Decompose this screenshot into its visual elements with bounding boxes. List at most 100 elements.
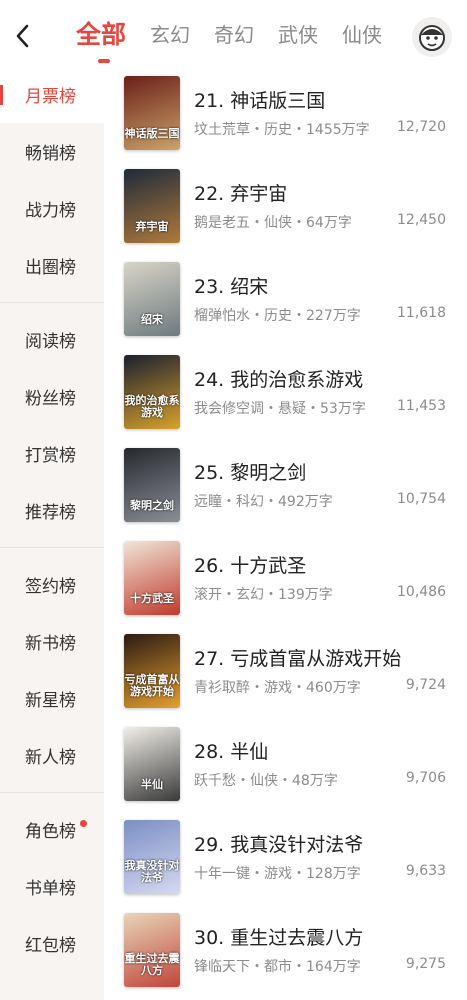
book-cover: 十方武圣: [124, 541, 180, 615]
cover-title: 重生过去震八方: [124, 952, 180, 977]
book-title: 21. 神话版三国: [194, 90, 326, 112]
book-title: 26. 十方武圣: [194, 555, 307, 577]
book-cover: 亏成首富从游戏开始: [124, 634, 180, 708]
ticket-count: 12,450: [397, 212, 446, 228]
sidebar-item-label: 签约榜: [25, 577, 76, 597]
sidebar-item-label: 月票榜: [25, 87, 76, 107]
user-avatar[interactable]: [412, 17, 452, 57]
sidebar-item-newcomer[interactable]: 新人榜: [0, 727, 104, 784]
book-row[interactable]: 十方武圣 26. 十方武圣 滚开・玄幻・139万字 10,486: [104, 531, 467, 624]
book-row[interactable]: 弃宇宙 22. 弃宇宙 鹅是老五・仙侠・64万字 12,450: [104, 159, 467, 252]
ranking-sidebar: 月票榜 畅销榜 战力榜 出圈榜 阅读榜 粉丝榜 打赏榜 推荐榜 签约榜 新书榜 …: [0, 66, 104, 1000]
ticket-count: 9,275: [405, 956, 446, 972]
sidebar-item-bestseller[interactable]: 畅销榜: [0, 123, 104, 180]
sidebar-item-label: 推荐榜: [25, 503, 76, 523]
ticket-count: 9,633: [405, 863, 446, 879]
tab-wuxia[interactable]: 武侠: [278, 18, 318, 52]
sidebar-item-character[interactable]: 角色榜: [0, 801, 104, 858]
sidebar-divider: [0, 547, 104, 548]
book-title: 25. 黎明之剑: [194, 462, 307, 484]
ticket-count: 10,754: [397, 491, 446, 507]
book-meta: 鹅是老五・仙侠・64万字: [194, 215, 352, 231]
cover-title: 弃宇宙: [135, 220, 169, 233]
sidebar-item-red-packet[interactable]: 红包榜: [0, 915, 104, 972]
book-row[interactable]: 神话版三国 21. 神话版三国 坟土荒草・历史・1455万字 12,720: [104, 66, 467, 159]
tab-xuanhuan[interactable]: 玄幻: [150, 18, 190, 52]
sidebar-item-power[interactable]: 战力榜: [0, 180, 104, 237]
chevron-left-icon: [16, 24, 29, 48]
book-meta: 滚开・玄幻・139万字: [194, 587, 333, 603]
monkey-face-icon: [419, 25, 445, 51]
book-meta: 榴弹怕水・历史・227万字: [194, 308, 361, 324]
sidebar-item-label: 新人榜: [25, 748, 76, 768]
cover-title: 十方武圣: [130, 592, 174, 605]
book-row[interactable]: 亏成首富从游戏开始 27. 亏成首富从游戏开始 青衫取醉・游戏・460万字 9,…: [104, 624, 467, 717]
book-row[interactable]: 黎明之剑 25. 黎明之剑 远瞳・科幻・492万字 10,754: [104, 438, 467, 531]
book-meta: 跃千愁・仙侠・48万字: [194, 773, 338, 789]
book-meta: 我会修空调・悬疑・53万字: [194, 401, 366, 417]
book-meta: 十年一键・游戏・128万字: [194, 866, 361, 882]
sidebar-item-label: 新书榜: [25, 634, 76, 654]
sidebar-item-label: 书单榜: [25, 879, 76, 899]
book-title: 23. 绍宋: [194, 276, 269, 298]
book-row[interactable]: 我的治愈系游戏 24. 我的治愈系游戏 我会修空调・悬疑・53万字 11,453: [104, 345, 467, 438]
sidebar-item-label: 出圈榜: [25, 258, 76, 278]
ticket-count: 11,618: [397, 305, 446, 321]
book-title: 28. 半仙: [194, 741, 269, 763]
cover-title: 半仙: [141, 778, 163, 791]
sidebar-item-reading[interactable]: 阅读榜: [0, 311, 104, 368]
sidebar-item-new-book[interactable]: 新书榜: [0, 613, 104, 670]
tab-xianxia[interactable]: 仙侠: [342, 18, 382, 52]
sidebar-item-booklist[interactable]: 书单榜: [0, 858, 104, 915]
sidebar-item-label: 粉丝榜: [25, 389, 76, 409]
tab-all[interactable]: 全部: [76, 18, 126, 63]
book-cover: 半仙: [124, 727, 180, 801]
sidebar-item-recommend[interactable]: 推荐榜: [0, 482, 104, 539]
book-row[interactable]: 我真没针对法爷 29. 我真没针对法爷 十年一键・游戏・128万字 9,633: [104, 810, 467, 903]
sidebar-item-fans[interactable]: 粉丝榜: [0, 368, 104, 425]
ticket-count: 9,724: [405, 677, 446, 693]
sidebar-item-label: 角色榜: [25, 822, 76, 842]
book-title: 27. 亏成首富从游戏开始: [194, 648, 402, 670]
book-title: 29. 我真没针对法爷: [194, 834, 364, 856]
sidebar-item-label: 战力榜: [25, 201, 76, 221]
book-meta: 远瞳・科幻・492万字: [194, 494, 333, 510]
book-meta: 坟土荒草・历史・1455万字: [194, 122, 370, 138]
sidebar-item-new-star[interactable]: 新星榜: [0, 670, 104, 727]
cover-title: 亏成首富从游戏开始: [124, 673, 180, 698]
book-cover: 黎明之剑: [124, 448, 180, 522]
book-meta: 青衫取醉・游戏・460万字: [194, 680, 361, 696]
sidebar-item-label: 新星榜: [25, 691, 76, 711]
sidebar-item-label: 打赏榜: [25, 446, 76, 466]
top-bar: 全部 玄幻 奇幻 武侠 仙侠: [0, 0, 467, 66]
sidebar-item-monthly-ticket[interactable]: 月票榜: [0, 66, 104, 123]
cover-title: 我的治愈系游戏: [124, 394, 180, 419]
sidebar-divider: [0, 302, 104, 303]
back-button[interactable]: [10, 22, 34, 50]
book-ranking-list: 神话版三国 21. 神话版三国 坟土荒草・历史・1455万字 12,720 弃宇…: [104, 66, 467, 1000]
book-cover: 重生过去震八方: [124, 913, 180, 987]
cover-title: 神话版三国: [124, 127, 180, 140]
sidebar-item-signed[interactable]: 签约榜: [0, 556, 104, 613]
sidebar-item-tips[interactable]: 打赏榜: [0, 425, 104, 482]
book-meta: 锋临天下・都市・164万字: [194, 959, 361, 975]
tab-qihuan[interactable]: 奇幻: [214, 18, 254, 52]
book-cover: 绍宋: [124, 262, 180, 336]
book-title: 30. 重生过去震八方: [194, 927, 364, 949]
cover-title: 我真没针对法爷: [124, 859, 180, 884]
sidebar-item-label: 畅销榜: [25, 144, 76, 164]
sidebar-item-breakout[interactable]: 出圈榜: [0, 237, 104, 294]
ticket-count: 11,453: [397, 398, 446, 414]
ticket-count: 10,486: [397, 584, 446, 600]
sidebar-divider: [0, 792, 104, 793]
ticket-count: 12,720: [397, 119, 446, 135]
book-title: 24. 我的治愈系游戏: [194, 369, 364, 391]
book-row[interactable]: 重生过去震八方 30. 重生过去震八方 锋临天下・都市・164万字 9,275: [104, 903, 467, 996]
book-row[interactable]: 绍宋 23. 绍宋 榴弹怕水・历史・227万字 11,618: [104, 252, 467, 345]
category-tabs: 全部 玄幻 奇幻 武侠 仙侠: [76, 18, 406, 63]
book-cover: 我真没针对法爷: [124, 820, 180, 894]
sidebar-item-label: 红包榜: [25, 936, 76, 956]
book-cover: 弃宇宙: [124, 169, 180, 243]
sidebar-item-label: 阅读榜: [25, 332, 76, 352]
book-row[interactable]: 半仙 28. 半仙 跃千愁・仙侠・48万字 9,706: [104, 717, 467, 810]
